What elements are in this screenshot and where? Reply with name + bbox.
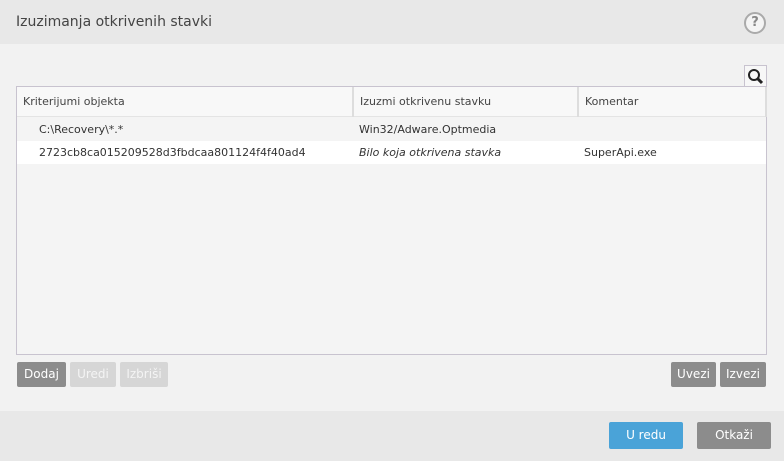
cancel-button[interactable]: Otkaži — [697, 422, 771, 449]
add-button[interactable]: Dodaj — [17, 362, 66, 387]
dialog-footer: U redu Otkaži — [0, 411, 784, 461]
dialog-header: Izuzimanja otkrivenih stavki ? — [0, 0, 784, 44]
export-button[interactable]: Izvezi — [720, 362, 766, 387]
cell-object: 2723cb8ca015209528d3fbdcaa801124f4f40ad4 — [39, 146, 306, 159]
table-row[interactable]: 2723cb8ca015209528d3fbdcaa801124f4f40ad4… — [17, 141, 766, 164]
delete-button[interactable]: Izbriši — [120, 362, 168, 387]
cell-object: C:\Recovery\*.* — [39, 123, 124, 136]
cell-comment: SuperApi.exe — [584, 146, 657, 159]
table-header: Kriterijumi objekta Izuzmi otkrivenu sta… — [17, 87, 767, 117]
dialog-title: Izuzimanja otkrivenih stavki — [16, 14, 213, 30]
column-object[interactable]: Kriterijumi objekta — [17, 87, 354, 117]
search-icon — [748, 69, 764, 85]
ok-button[interactable]: U redu — [609, 422, 683, 449]
table-row[interactable]: C:\Recovery\*.* Win32/Adware.Optmedia — [17, 118, 766, 141]
edit-button[interactable]: Uredi — [70, 362, 116, 387]
help-button[interactable]: ? — [744, 12, 766, 34]
column-comment[interactable]: Komentar — [579, 87, 767, 117]
import-button[interactable]: Uvezi — [671, 362, 716, 387]
cell-detection: Win32/Adware.Optmedia — [359, 123, 497, 136]
cell-detection: Bilo koja otkrivena stavka — [359, 146, 502, 159]
search-button[interactable] — [744, 65, 767, 87]
column-detection[interactable]: Izuzmi otkrivenu stavku — [354, 87, 579, 117]
exclusions-table: Kriterijumi objekta Izuzmi otkrivenu sta… — [16, 86, 767, 355]
